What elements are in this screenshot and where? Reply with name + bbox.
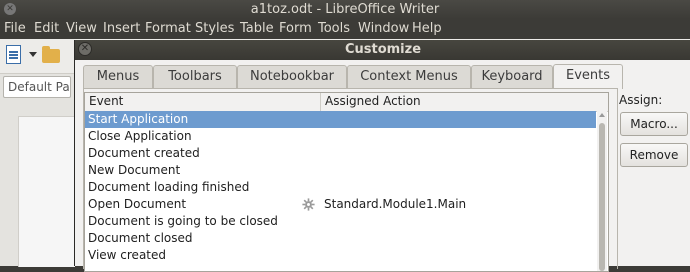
event-name: Open Document — [88, 197, 187, 211]
event-name: Document loading finished — [88, 180, 250, 194]
table-row[interactable]: Start Application — [85, 111, 596, 128]
vertical-scrollbar[interactable] — [597, 111, 607, 271]
menu-window[interactable]: Window — [358, 21, 409, 36]
menu-help[interactable]: Help — [412, 21, 442, 36]
menu-tools[interactable]: Tools — [318, 21, 350, 36]
scroll-up-icon[interactable] — [599, 113, 605, 117]
paragraph-style-box[interactable]: Default Paragraph Style — [3, 76, 71, 98]
dialog-tabs: Menus Toolbars Notebookbar Context Menus… — [83, 64, 623, 89]
remove-button[interactable]: Remove — [620, 143, 688, 167]
events-list[interactable]: Event Assigned Action Start Application … — [84, 92, 609, 272]
table-row[interactable]: Document created — [85, 145, 596, 162]
tab-keyboard[interactable]: Keyboard — [471, 65, 553, 88]
menu-insert[interactable]: Insert — [103, 21, 140, 36]
menu-table[interactable]: Table — [240, 21, 274, 36]
gear-icon — [302, 198, 315, 211]
table-row[interactable]: View created — [85, 247, 596, 264]
macro-button[interactable]: Macro... — [620, 112, 688, 136]
customize-dialog: ✕ Customize Menus Toolbars Notebookbar C… — [74, 40, 690, 272]
menu-styles[interactable]: Styles — [195, 21, 234, 36]
event-name: Start Application — [88, 112, 189, 126]
column-header-event[interactable]: Event — [85, 93, 321, 111]
tab-notebookbar[interactable]: Notebookbar — [237, 65, 347, 88]
menu-form[interactable]: Form — [279, 21, 312, 36]
window-title: a1toz.odt - LibreOffice Writer — [250, 2, 440, 17]
list-header: Event Assigned Action — [85, 93, 608, 112]
open-folder-icon[interactable] — [42, 46, 60, 63]
tab-menus[interactable]: Menus — [83, 65, 153, 88]
chevron-down-icon[interactable] — [29, 52, 37, 57]
writer-titlebar: ✕ a1toz.odt - LibreOffice Writer — [0, 0, 690, 19]
table-row[interactable]: Document is going to be closed — [85, 213, 596, 230]
dialog-title: Customize — [344, 42, 422, 57]
menu-file[interactable]: File — [4, 21, 26, 36]
table-row[interactable]: Document loading finished — [85, 179, 596, 196]
new-document-icon[interactable] — [6, 45, 21, 64]
menubar: File Edit View Insert Format Styles Tabl… — [0, 19, 690, 39]
table-row[interactable]: New Document — [85, 162, 596, 179]
table-row[interactable]: Document closed — [85, 230, 596, 247]
event-name: Document closed — [88, 231, 193, 245]
event-name: Close Application — [88, 129, 192, 143]
tab-events[interactable]: Events — [553, 64, 623, 89]
tab-context-menus[interactable]: Context Menus — [347, 65, 471, 88]
menu-edit[interactable]: Edit — [34, 21, 59, 36]
event-name: Document is going to be closed — [88, 214, 278, 228]
column-header-assigned-action[interactable]: Assigned Action — [321, 93, 596, 111]
assigned-action: Standard.Module1.Main — [324, 197, 467, 211]
event-name: Document created — [88, 146, 200, 160]
menu-format[interactable]: Format — [145, 21, 191, 36]
assign-label: Assign: — [619, 93, 663, 107]
event-name: View created — [88, 248, 166, 262]
tab-toolbars[interactable]: Toolbars — [153, 65, 237, 88]
dialog-titlebar: ✕ Customize — [75, 40, 690, 60]
scrollbar-thumb[interactable] — [599, 123, 605, 271]
menu-view[interactable]: View — [66, 21, 97, 36]
table-row[interactable]: Open Document Standard.Module1.Main — [85, 196, 596, 213]
event-name: New Document — [88, 163, 181, 177]
document-page[interactable] — [18, 116, 75, 267]
table-row[interactable]: Close Application — [85, 128, 596, 145]
